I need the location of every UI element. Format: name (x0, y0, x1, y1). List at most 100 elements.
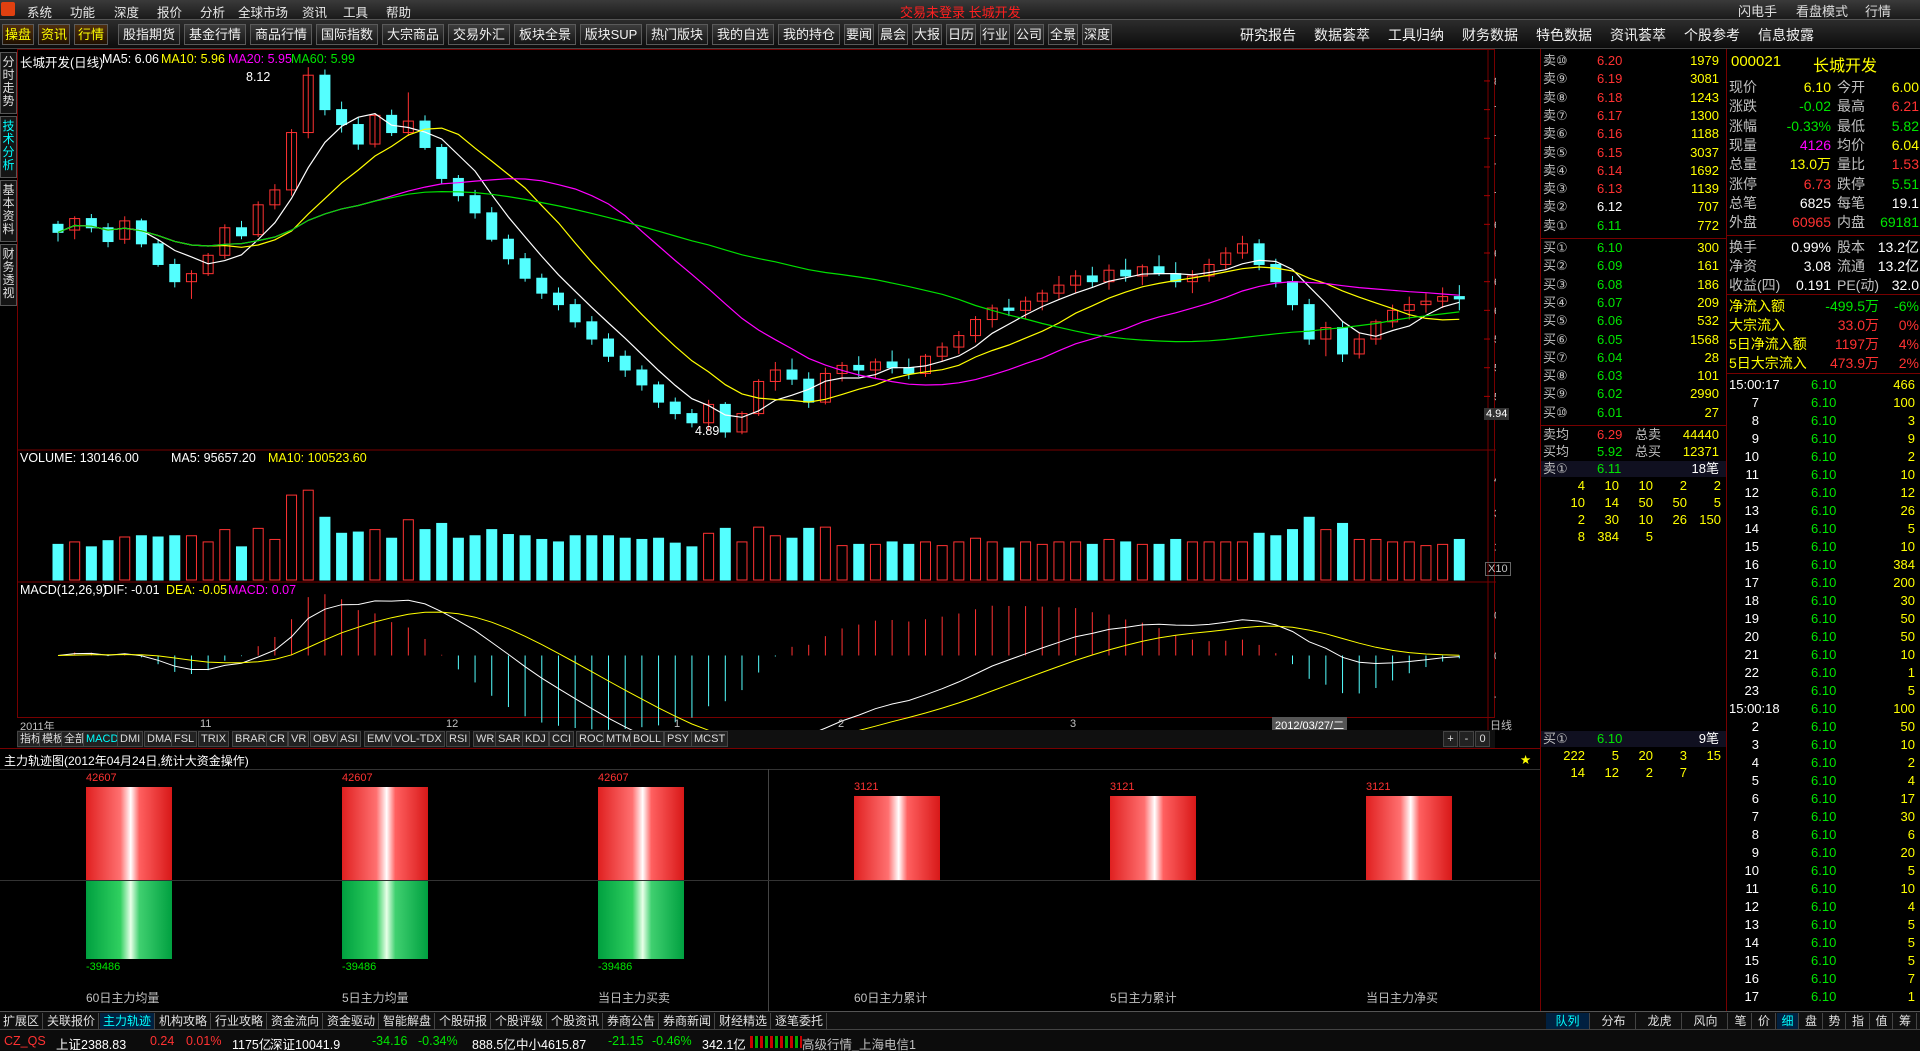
tab-info[interactable]: 资讯 (38, 24, 70, 45)
indicator-tab-vr[interactable]: VR (288, 731, 310, 747)
ask-row-1[interactable]: 卖⑨ 6.19 3081 (1541, 71, 1727, 87)
quote-subtab-2[interactable]: 龙虎 (1638, 1013, 1682, 1029)
tb-research[interactable]: 研究报告 (1240, 25, 1296, 45)
tb-stock-ref[interactable]: 个股参考 (1684, 25, 1740, 45)
menu-system[interactable]: 系统 (27, 2, 52, 21)
indicator-tab-rsi[interactable]: RSI (446, 731, 471, 747)
menu-help[interactable]: 帮助 (386, 2, 411, 21)
indicator-tab-cr[interactable]: CR (266, 731, 288, 747)
ask-row-4[interactable]: 卖⑥ 6.16 1188 (1541, 126, 1727, 142)
bottom-tab-13[interactable]: 财经精选 (716, 1013, 772, 1029)
indicator-tab-sar[interactable]: SAR (495, 731, 524, 747)
bottom-tab-6[interactable]: 资金驱动 (324, 1013, 380, 1029)
ask-row-6[interactable]: 卖④ 6.14 1692 (1541, 163, 1727, 179)
ask-row-7[interactable]: 卖③ 6.13 1139 (1541, 181, 1727, 197)
tab-market[interactable]: 行情 (74, 24, 108, 45)
bid-row-5[interactable]: 买⑥ 6.05 1568 (1541, 332, 1727, 348)
tab-trade[interactable]: 操盘 (2, 24, 34, 45)
bid-row-0[interactable]: 买① 6.10 300 (1541, 240, 1727, 256)
toolbar-btn-7[interactable]: 版块SUP (580, 24, 642, 45)
bid-row-7[interactable]: 买⑧ 6.03 101 (1541, 368, 1727, 384)
bid-row-4[interactable]: 买⑤ 6.06 532 (1541, 313, 1727, 329)
info-subtab-6[interactable]: 值 (1871, 1013, 1893, 1029)
toolbar-btn-2[interactable]: 商品行情 (250, 24, 312, 45)
info-subtab-5[interactable]: 指 (1848, 1013, 1870, 1029)
bid-row-6[interactable]: 买⑦ 6.04 28 (1541, 350, 1727, 366)
bottom-tab-1[interactable]: 关联报价 (44, 1013, 100, 1029)
indicator-tab-fsl[interactable]: FSL (171, 731, 198, 747)
toolbar-btn-3[interactable]: 国际指数 (316, 24, 378, 45)
bottom-tab-5[interactable]: 资金流向 (268, 1013, 324, 1029)
indicator-tab-trix[interactable]: TRIX (198, 731, 230, 747)
indicator-tab-dma[interactable]: DMA (144, 731, 175, 747)
tb-data[interactable]: 数据荟萃 (1314, 25, 1370, 45)
vtab-financial[interactable]: 财务透视 (0, 244, 17, 306)
toolbar-btn-13[interactable]: 大报 (912, 24, 942, 45)
menu-global-market[interactable]: 全球市场 (238, 2, 288, 21)
indicator-tab-psy[interactable]: PSY (664, 731, 693, 747)
indicator-tab-roc[interactable]: ROC (576, 731, 607, 747)
indicator-tab-kdj[interactable]: KDJ (522, 731, 549, 747)
info-subtab-7[interactable]: 筹 (1895, 1013, 1917, 1029)
menu-market[interactable]: 行情 (1865, 1, 1891, 20)
bottom-tab-9[interactable]: 个股评级 (492, 1013, 548, 1029)
toolbar-btn-4[interactable]: 大宗商品 (382, 24, 444, 45)
bid-row-8[interactable]: 买⑨ 6.02 2990 (1541, 386, 1727, 402)
bottom-tab-0[interactable]: 扩展区 (0, 1013, 44, 1029)
bid-row-9[interactable]: 买⑩ 6.01 27 (1541, 405, 1727, 421)
toolbar-btn-16[interactable]: 公司 (1014, 24, 1044, 45)
status-server[interactable]: 高级行情_上海电信1 (802, 1034, 916, 1051)
vtab-intraday[interactable]: 分时走势 (0, 52, 17, 114)
indicator-tab-boll[interactable]: BOLL (630, 731, 665, 747)
vtab-basic[interactable]: 基本资料 (0, 180, 17, 242)
toolbar-btn-8[interactable]: 热门版块 (646, 24, 708, 45)
info-subtab-0[interactable]: 笔 (1730, 1013, 1752, 1029)
toolbar-btn-15[interactable]: 行业 (980, 24, 1010, 45)
menu-function[interactable]: 功能 (70, 2, 95, 21)
bottom-tab-4[interactable]: 行业攻略 (212, 1013, 268, 1029)
menu-quote[interactable]: 报价 (157, 2, 182, 21)
quote-subtab-3[interactable]: 风向 (1684, 1013, 1728, 1029)
ask-row-5[interactable]: 卖⑤ 6.15 3037 (1541, 145, 1727, 161)
toolbar-btn-9[interactable]: 我的自选 (712, 24, 774, 45)
toolbar-btn-17[interactable]: 全景 (1048, 24, 1078, 45)
info-subtab-2[interactable]: 细 (1777, 1013, 1799, 1029)
menu-analysis[interactable]: 分析 (200, 2, 225, 21)
tb-news[interactable]: 资讯荟萃 (1610, 25, 1666, 45)
toolbar-btn-0[interactable]: 股指期货 (118, 24, 180, 45)
bottom-tab-8[interactable]: 个股研报 (436, 1013, 492, 1029)
indicator-tab-obv[interactable]: OBV (310, 731, 340, 747)
indicator-tab-wr[interactable]: WR (473, 731, 498, 747)
bid-row-3[interactable]: 买④ 6.07 209 (1541, 295, 1727, 311)
ask-row-9[interactable]: 卖① 6.11 772 (1541, 218, 1727, 234)
tb-special[interactable]: 特色数据 (1536, 25, 1592, 45)
bottom-tab-12[interactable]: 券商新闻 (660, 1013, 716, 1029)
bottom-tab-10[interactable]: 个股资讯 (548, 1013, 604, 1029)
toolbar-btn-14[interactable]: 日历 (946, 24, 976, 45)
indicator-tab-brar[interactable]: BRAR (232, 731, 269, 747)
indicator-tab-emv[interactable]: EMV (364, 731, 394, 747)
indicator-ctrl-1[interactable]: - (1459, 731, 1474, 747)
menu-tools[interactable]: 工具 (343, 2, 368, 21)
indicator-ctrl-2[interactable]: 0 (1475, 731, 1490, 747)
menu-news[interactable]: 资讯 (302, 2, 327, 21)
quote-subtab-0[interactable]: 队列 (1546, 1013, 1590, 1029)
tb-disclosure[interactable]: 信息披露 (1758, 25, 1814, 45)
vtab-technical[interactable]: 技术分析 (0, 116, 17, 178)
menu-lightning[interactable]: 闪电手 (1738, 1, 1777, 20)
toolbar-btn-10[interactable]: 我的持仓 (778, 24, 840, 45)
indicator-tab-macd[interactable]: MACD (83, 731, 122, 747)
info-subtab-4[interactable]: 势 (1824, 1013, 1846, 1029)
bottom-tab-3[interactable]: 机构攻略 (156, 1013, 212, 1029)
ask-row-2[interactable]: 卖⑧ 6.18 1243 (1541, 90, 1727, 106)
toolbar-btn-12[interactable]: 晨会 (878, 24, 908, 45)
toolbar-btn-1[interactable]: 基金行情 (184, 24, 246, 45)
tb-finance[interactable]: 财务数据 (1462, 25, 1518, 45)
menu-view-mode[interactable]: 看盘模式 (1796, 1, 1848, 20)
bid-row-2[interactable]: 买③ 6.08 186 (1541, 277, 1727, 293)
ask-row-8[interactable]: 卖② 6.12 707 (1541, 199, 1727, 215)
indicator-tab-cci[interactable]: CCI (549, 731, 574, 747)
info-subtab-1[interactable]: 价 (1754, 1013, 1776, 1029)
tb-tools[interactable]: 工具归纳 (1388, 25, 1444, 45)
info-subtab-3[interactable]: 盘 (1801, 1013, 1823, 1029)
